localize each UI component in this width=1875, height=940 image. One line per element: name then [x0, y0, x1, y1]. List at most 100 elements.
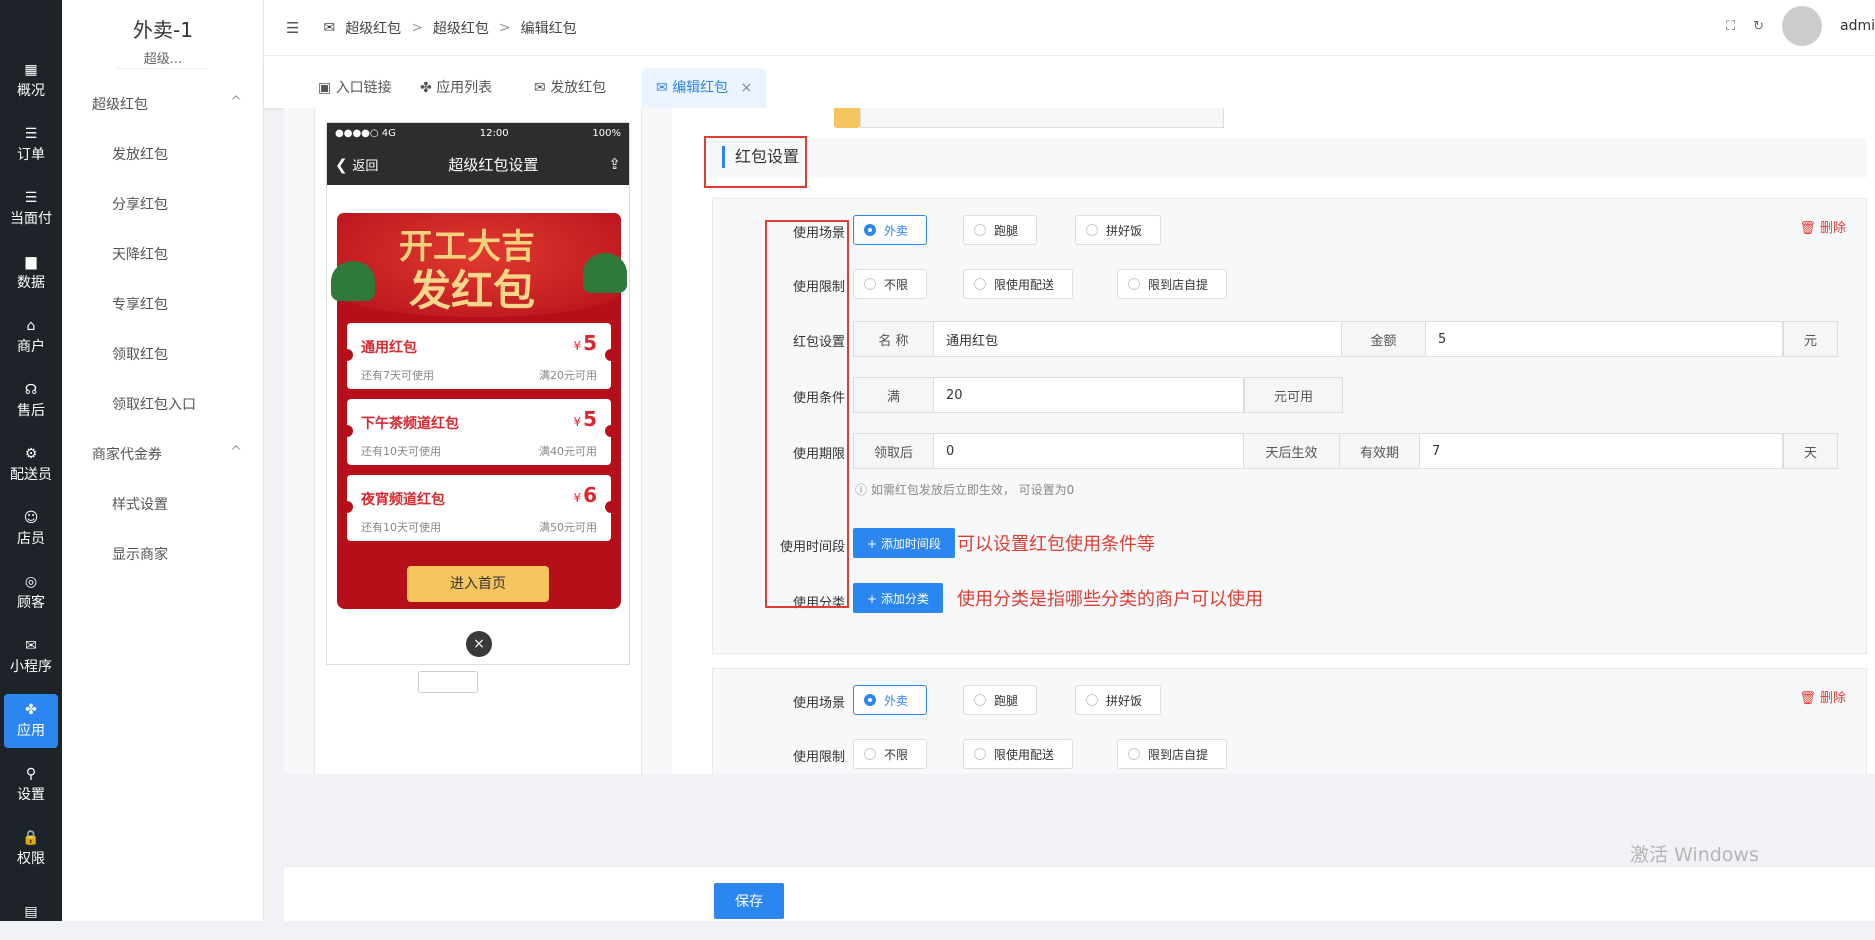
delete-button[interactable]: 🗑 删除 — [1799, 687, 1846, 706]
color-swatch[interactable] — [834, 108, 860, 128]
tab-send-redpacket[interactable]: ✉ 发放红包 — [520, 68, 620, 108]
sub-nav-item[interactable]: 显示商家 — [112, 544, 168, 564]
tab-edit-redpacket[interactable]: ✉ 编辑红包 × — [642, 68, 767, 108]
limit-option-delivery[interactable]: 限使用配送 — [963, 739, 1073, 769]
valid-input[interactable]: 7 — [1420, 434, 1783, 468]
nav-item-13[interactable]: ▤ — [0, 886, 62, 940]
nav-item-5[interactable]: ☊ 售后 — [0, 374, 62, 428]
headset-icon: ☊ — [24, 382, 38, 398]
enter-home-button[interactable]: 进入首页 — [407, 566, 549, 602]
banner-line2: 发红包 — [409, 266, 536, 315]
trash-icon: 🗑 — [1799, 221, 1816, 236]
wechat-icon: ✉ — [25, 638, 37, 654]
nav-item-label: 数据 — [17, 275, 45, 291]
phone-status-bar: ●●●●○ 4G 12:00 100% — [327, 123, 629, 143]
close-icon[interactable]: × — [741, 80, 753, 96]
nav-item-12[interactable]: 🔒 权限 — [0, 822, 62, 876]
lock-icon: 🔒 — [22, 830, 40, 846]
sub-nav-group-voucher[interactable]: 商家代金券 ^ — [92, 444, 242, 464]
banner: 开工大吉 发红包 — [331, 213, 627, 317]
refresh-icon[interactable]: ↻ — [1753, 19, 1764, 34]
breadcrumb-sep: > — [411, 20, 423, 36]
name-input[interactable]: 通用红包 — [934, 322, 1342, 356]
add-time-button[interactable]: + 添加时间段 — [853, 528, 955, 558]
delete-button[interactable]: 🗑 删除 — [1799, 217, 1846, 236]
nav-item-label: 商户 — [17, 339, 45, 355]
nav-item-6[interactable]: ⚙ 配送员 — [0, 438, 62, 492]
tree-decoration — [331, 261, 375, 301]
breadcrumb-sep: > — [498, 20, 511, 36]
scene-option-paotui[interactable]: 跑腿 — [963, 215, 1037, 245]
sub-nav-item[interactable]: 分享红包 — [112, 194, 168, 214]
amount-input[interactable]: 5 — [1426, 322, 1783, 356]
nav-item-label: 订单 — [17, 147, 45, 163]
tab-entry-link[interactable]: ▣ 入口链接 — [304, 68, 406, 108]
nav-item-1[interactable]: ☰ 订单 — [0, 118, 62, 172]
fullscreen-icon[interactable]: ⛶ — [1726, 19, 1735, 34]
nav-item-label: 设置 — [17, 787, 45, 803]
add-category-button[interactable]: + 添加分类 — [853, 583, 943, 613]
nav-item-label: 顾客 — [17, 595, 45, 611]
preview-small-button[interactable] — [418, 671, 478, 693]
nav-item-2[interactable]: ☰ 当面付 — [0, 182, 62, 236]
user-name[interactable]: admi — [1840, 18, 1875, 34]
nav-item-10[interactable]: ✤ 应用 — [4, 694, 58, 748]
avatar[interactable] — [1782, 6, 1822, 46]
chevron-up-icon: ^ — [230, 94, 242, 110]
sub-nav-item[interactable]: 领取红包入口 — [112, 394, 196, 414]
sub-nav-item[interactable]: 发放红包 — [112, 144, 168, 164]
nav-item-8[interactable]: ◎ 顾客 — [0, 566, 62, 620]
scene-option-pinhaofan[interactable]: 拼好饭 — [1075, 685, 1161, 715]
scene-option-waimai[interactable]: 外卖 — [853, 215, 927, 245]
user-icon: ☺ — [23, 510, 39, 526]
sub-nav-item[interactable]: 领取红包 — [112, 344, 168, 364]
limit-option-none[interactable]: 不限 — [853, 739, 927, 769]
share-icon[interactable]: ⇪ — [608, 155, 621, 173]
redpacket-panel: 🗑 删除 使用场景 外卖 跑腿 拼好饭 使用限制 不限 限使用配送 限到店自提 — [712, 668, 1867, 774]
sub-nav-item[interactable]: 天降红包 — [112, 244, 168, 264]
nav-item-0[interactable]: ▦ 概况 — [0, 54, 62, 108]
settings-user-icon: ⚲ — [25, 766, 37, 782]
limit-option-none[interactable]: 不限 — [853, 269, 927, 299]
back-button[interactable]: ❮ 返回 — [335, 155, 378, 174]
breadcrumb-item[interactable]: 超级红包 — [433, 18, 489, 38]
sub-nav: 外卖-1 超级... 超级红包 ^ 发放红包 分享红包 天降红包 专享红包 领取… — [62, 0, 264, 921]
tab-app-list[interactable]: ✤ 应用列表 — [406, 68, 506, 108]
sub-nav-item[interactable]: 样式设置 — [112, 494, 168, 514]
input-stub — [834, 108, 1224, 128]
collapse-menu-icon[interactable]: ☰ — [286, 19, 299, 37]
limit-option-pickup[interactable]: 限到店自提 — [1117, 739, 1227, 769]
scene-option-pinhaofan[interactable]: 拼好饭 — [1075, 215, 1161, 245]
nav-item-3[interactable]: ▆ 数据 — [0, 246, 62, 300]
info-icon: ⓘ — [855, 483, 868, 497]
limit-option-delivery[interactable]: 限使用配送 — [963, 269, 1073, 299]
footer-bar: 保存 — [284, 866, 1875, 921]
sub-nav-group-super-redpacket[interactable]: 超级红包 ^ — [92, 94, 242, 114]
sub-nav-item[interactable]: 专享红包 — [112, 294, 168, 314]
main-content: ●●●●○ 4G 12:00 100% ❮ 返回 超级红包设置 ⇪ 开工大吉 发… — [284, 108, 1875, 774]
phone-preview: ●●●●○ 4G 12:00 100% ❮ 返回 超级红包设置 ⇪ 开工大吉 发… — [326, 122, 630, 665]
scene-option-waimai[interactable]: 外卖 — [853, 685, 927, 715]
nav-item-4[interactable]: ⌂ 商户 — [0, 310, 62, 364]
nav-item-7[interactable]: ☺ 店员 — [0, 502, 62, 556]
tab-bar: ▣ 入口链接 ✤ 应用列表 ✉ 发放红包 ✉ 编辑红包 × — [264, 56, 1875, 108]
redpacket-panel: 🗑 删除 使用场景 外卖 跑腿 拼好饭 使用限制 不限 限使用配送 限到店自提 … — [712, 198, 1867, 654]
nav-item-label: 当面付 — [10, 211, 52, 227]
nav-item-9[interactable]: ✉ 小程序 — [0, 630, 62, 684]
nav-item-label: 概况 — [17, 83, 45, 99]
scene-option-paotui[interactable]: 跑腿 — [963, 685, 1037, 715]
app-title: 外卖-1 — [133, 18, 193, 42]
close-icon[interactable]: × — [466, 631, 492, 657]
chevron-up-icon: ^ — [230, 444, 242, 460]
cond-input[interactable]: 20 — [934, 378, 1244, 412]
breadcrumb-item[interactable]: 超级红包 — [345, 18, 401, 38]
nav-item-11[interactable]: ⚲ 设置 — [0, 758, 62, 812]
period-input[interactable]: 0 — [934, 434, 1244, 468]
annotation-note: 可以设置红包使用条件等 — [957, 534, 1155, 555]
trash-icon: 🗑 — [1799, 691, 1816, 706]
cond-group: 满 20 元可用 — [853, 377, 1343, 413]
limit-option-pickup[interactable]: 限到店自提 — [1117, 269, 1227, 299]
save-button[interactable]: 保存 — [714, 883, 784, 919]
coupon-item: 夜宵频道红包 ¥6 还有10天可使用 满50元可用 — [341, 475, 617, 541]
top-right-tools: ⛶ ↻ admi — [1726, 6, 1875, 46]
